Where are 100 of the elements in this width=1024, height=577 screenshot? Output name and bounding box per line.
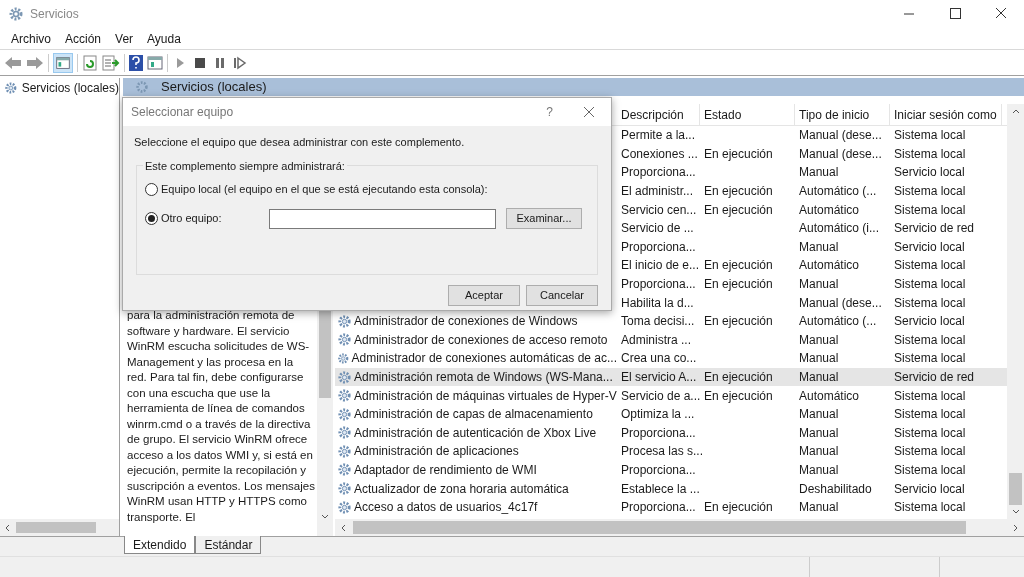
table-cell: Servicio de red [894,370,975,384]
table-cell: Proporciona... [621,277,696,292]
option-label: Equipo local (el equipo en el que se está ejecutando esta consola): [161,182,488,198]
table-cell: En ejecución [704,258,773,273]
table-cell-text: Actualizador de zona horaria automática [354,480,569,498]
table-cell: En ejecución [704,314,773,329]
table-cell: Permite a la... [621,128,696,143]
table-cell: En ejecución [704,500,773,515]
table-row[interactable]: Administración de máquinas virtuales de Hyper-V Servicio de a... En ejecución Automático Sistema local [335,386,1007,405]
table-cell: Manual [799,351,839,366]
table-cell: Manual (dese... [799,146,882,161]
table-cell: Manual (dese... [799,128,882,143]
window-title: Servicios [30,6,79,23]
cancel-button[interactable]: Cancelar [526,284,598,306]
table-cell: Establece la ... [621,481,700,496]
table-cell-text: Administración de aplicaciones [354,443,519,461]
table-cell-text: Administrador de conexiones de acceso remoto [354,331,608,349]
menu-item[interactable]: Acción [58,29,109,48]
table-cell-text: Administración remota de Windows (WS-Mana... [354,369,613,386]
table-row[interactable]: Actualizador de zona horaria automática Establece la ... Deshabilitado Servicio local [335,479,1007,498]
table-cell: Sistema local [894,444,966,459]
table-cell-text: Adaptador de rendimiento de WMI [354,462,537,479]
table-row[interactable]: Administración de aplicaciones Procesa las s... Manual Sistema local [335,442,1007,461]
table-cell: Servicio de ... [621,221,694,236]
table-cell: Manual [799,370,839,384]
table-cell: Optimiza la ... [621,407,695,422]
table-cell: Proporciona... [621,425,696,440]
browse-button[interactable]: Examinar... [506,208,582,229]
table-cell: Sistema local [894,295,966,310]
view-tab[interactable]: Estándar [195,536,262,554]
table-cell: El administr... [621,184,694,199]
table-cell: Sistema local [894,332,966,347]
tree-item[interactable]: Servicios (locales) [21,79,119,97]
dialog-title: Seleccionar equipo [131,104,234,121]
table-cell: Proporciona... [621,500,696,515]
table-cell: Automático (... [799,314,877,329]
table-cell: Proporciona... [621,165,696,180]
column-header[interactable]: Descripción [617,104,700,125]
table-cell: Servicio cen... [621,202,697,217]
table-cell: Sistema local [894,500,966,515]
table-row[interactable]: Administrador de conexiones de Windows Toma decisi... En ejecución Automático (... Servicio local [335,311,1007,331]
table-cell: Deshabilitado [799,481,872,496]
table-cell: El inicio de e... [621,258,700,273]
table-cell: Automático [799,258,860,273]
table-cell: Proporciona... [621,239,696,254]
table-cell: Procesa las s... [621,444,704,459]
table-cell: Servicio local [894,239,965,254]
table-cell: En ejecución [704,202,773,217]
table-cell-text: Administrador de conexiones automáticas de ac... [351,350,617,368]
menu-item[interactable]: Ayuda [140,29,188,48]
table-cell: Servicio de red [894,221,975,236]
table-cell: Automático (... [799,184,877,199]
table-cell: Manual [799,239,839,254]
table-cell: En ejecución [704,370,773,384]
ok-button[interactable]: Aceptar [448,284,520,306]
table-cell: Manual [799,425,839,440]
option-label: Otro equipo: [161,211,223,227]
table-cell-text: Administración de capas de almacenamiento [354,406,593,424]
table-cell: Manual [799,407,839,422]
table-cell: Servicio local [894,481,965,496]
table-cell: Crea una co... [621,351,697,366]
panel-title: Servicios (locales) [161,78,267,97]
table-row[interactable]: Administrador de conexiones de acceso remoto Administra ... Manual Sistema local [335,330,1007,350]
table-cell: Sistema local [894,463,966,477]
table-cell: Sistema local [894,277,966,292]
table-cell: Sistema local [894,351,966,366]
table-cell: Manual [799,500,839,515]
table-row[interactable]: Administración remota de Windows (WS-Mana... El servicio A... En ejecución Manual Servicio de red [335,367,1007,387]
view-tab[interactable]: Extendido [124,536,196,554]
column-header[interactable]: Estado [700,104,795,125]
table-cell: Servicio local [894,165,965,180]
table-cell: Habilita la d... [621,295,694,310]
table-row[interactable]: Acceso a datos de usuarios_4c17f Proporciona... En ejecución Manual Sistema local [335,497,1007,517]
table-row[interactable]: Administración de capas de almacenamiento Optimiza la ... Manual Sistema local [335,404,1007,424]
table-cell: Toma decisi... [621,314,695,329]
table-cell: Sistema local [894,388,966,403]
table-row[interactable]: Administrador de conexiones automáticas de ac... Crea una co... Manual Sistema local [335,349,1007,368]
menu-item[interactable]: Ver [108,29,141,48]
table-cell: Sistema local [894,202,966,217]
table-cell: Sistema local [894,184,966,199]
table-cell: Proporciona... [621,463,696,477]
table-cell: Conexiones ... [621,146,698,161]
table-cell-text: Administración de autenticación de Xbox Live [354,424,597,442]
table-cell: En ejecución [704,146,773,161]
table-cell: Automático [799,202,860,217]
table-cell: Manual [799,332,839,347]
help-button[interactable]: ? [546,103,553,121]
table-row[interactable]: Administración de autenticación de Xbox Live Proporciona... Manual Sistema local [335,423,1007,443]
table-cell: Administra ... [621,332,692,347]
menu-item[interactable]: Archivo [4,29,58,48]
table-cell: Automático (i... [799,221,880,236]
column-header[interactable]: Tipo de inicio [795,104,890,125]
table-cell: Manual [799,444,839,459]
table-cell: Manual [799,277,839,292]
table-row[interactable]: Adaptador de rendimiento de WMI Proporciona... Manual Sistema local [335,460,1007,480]
table-cell: Sistema local [894,258,966,273]
table-cell-text: Acceso a datos de usuarios_4c17f [354,499,538,517]
table-cell: Automático [799,388,860,403]
column-header[interactable]: Iniciar sesión como [890,104,1002,125]
service-description: para la administración remota de software y hardware. El servicio WinRM escucha solicitudes de WS-Management y las procesa en la red. Para tal fin, debe configurarse con una escucha que use la herramienta de línea de comandos winrm.cmd o a través de la directiva de grupo. El servicio WinRM ofrece acceso a los datos WMI y, si está en ejecución, permite la recopilación y suscripción a eventos. Los mensajes WinRM usan HTTP y HTTPS como transporte. El [126,308,316,525]
